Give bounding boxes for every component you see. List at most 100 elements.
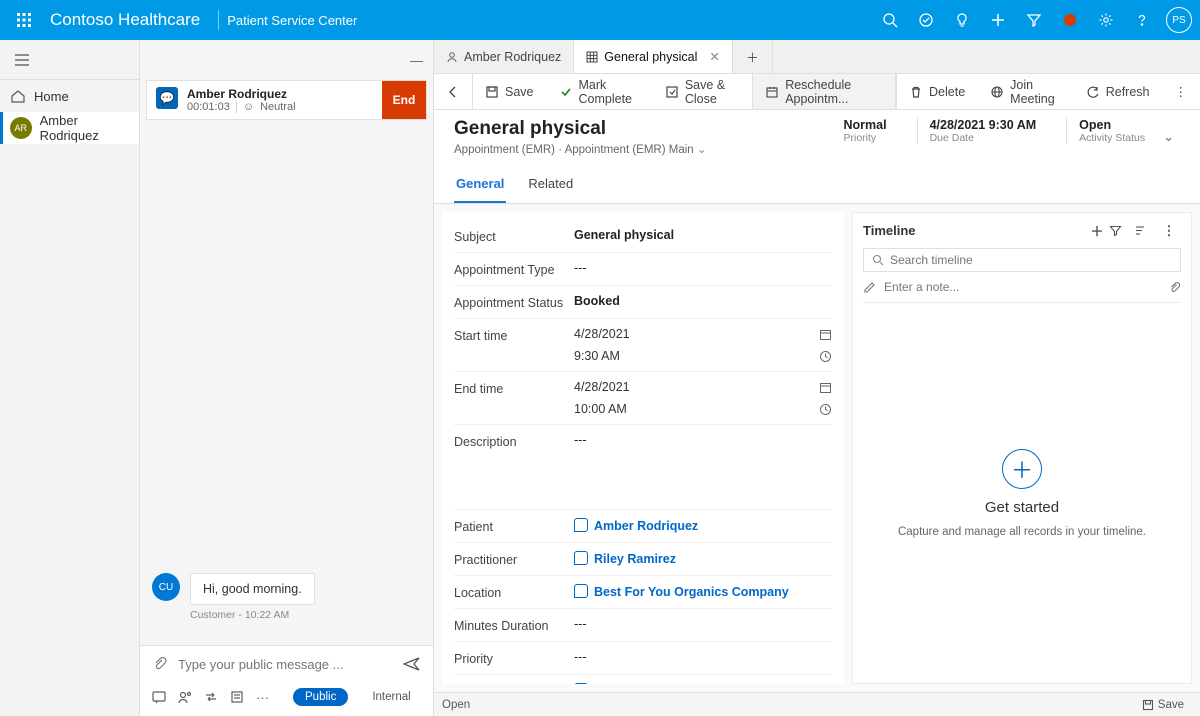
refresh-button[interactable]: Refresh [1074,74,1163,109]
timeline-more-icon[interactable]: ⋮ [1157,223,1181,239]
end-button[interactable]: End [382,81,426,119]
globe-icon [990,85,1004,99]
internal-toggle[interactable]: Internal [360,688,422,706]
overflow-button[interactable]: ⋮ [1163,74,1200,109]
back-button[interactable] [434,74,473,109]
subject-value[interactable]: General physical [574,228,832,244]
priority-value[interactable]: --- [574,650,832,666]
record-icon[interactable] [1052,0,1088,40]
subtab-related[interactable]: Related [526,170,575,203]
conversation-sentiment: Neutral [260,101,295,113]
patient-value[interactable]: Amber Rodriquez [594,519,698,533]
status-bar: Open Save [434,692,1200,716]
reschedule-button[interactable]: Reschedule Appointm... [752,74,896,109]
channel-icon: 💬 [156,87,178,109]
expand-header-icon[interactable]: ⌄ [1157,123,1180,151]
timeline-search-input[interactable] [890,253,1172,267]
timeline-filter-icon[interactable] [1109,224,1133,237]
appointment-type-label: Appointment Type [454,261,574,277]
refresh-icon [1086,85,1100,99]
attach-icon[interactable] [1168,281,1181,294]
public-toggle[interactable]: Public [293,688,348,706]
chat-input[interactable] [178,657,393,672]
minutes-value[interactable]: --- [574,617,832,633]
send-icon[interactable] [403,656,421,672]
clock-icon[interactable] [819,350,832,363]
hamburger-icon[interactable] [0,40,139,80]
nav-home[interactable]: Home [0,80,139,112]
chevron-down-icon[interactable]: ⌄ [697,144,707,156]
suite-name: Patient Service Center [227,13,357,28]
tab-appointment[interactable]: General physical ✕ [574,40,733,73]
chat-composer: ··· Public Internal [140,645,433,716]
nav-home-label: Home [34,89,69,104]
notes-icon[interactable] [230,690,244,704]
add-icon[interactable] [980,0,1016,40]
timeline-title: Timeline [863,223,916,238]
subtab-general[interactable]: General [454,170,506,203]
add-tab-button[interactable]: ＋ [733,40,773,73]
nav-active-label: Amber Rodriquez [40,113,139,143]
start-time-value[interactable]: 9:30 AM [574,349,620,363]
user-avatar[interactable]: PS [1166,7,1192,33]
conversation-name: Amber Rodriquez [187,87,382,101]
waffle-icon[interactable] [8,4,40,36]
filter-icon[interactable] [1016,0,1052,40]
save-close-button[interactable]: Save & Close [653,74,752,109]
tab-patient[interactable]: Amber Rodriquez [434,40,574,73]
location-value[interactable]: Best For You Organics Company [594,585,789,599]
appointment-type-value[interactable]: --- [574,261,832,277]
timeline-sort-icon[interactable] [1133,224,1157,237]
lightbulb-icon[interactable] [944,0,980,40]
header-status-label: Activity Status [1079,132,1145,144]
close-icon[interactable]: ✕ [709,49,719,64]
tab-appointment-label: General physical [604,50,697,64]
crumb-form[interactable]: Appointment (EMR) Main [565,144,694,156]
record-tabs: Amber Rodriquez General physical ✕ ＋ [434,40,1200,74]
join-meeting-button[interactable]: Join Meeting [978,74,1074,109]
record-header: General physical Appointment (EMR) · App… [434,110,1200,204]
priority-label: Priority [454,650,574,666]
home-icon [10,88,26,104]
statusbar-save-button[interactable]: Save [1134,699,1192,711]
chat-message: Hi, good morning. [190,573,315,605]
description-value[interactable]: --- [574,433,832,449]
search-icon[interactable] [872,0,908,40]
brand-divider [218,10,219,30]
calendar-icon[interactable] [819,381,832,394]
transfer-icon[interactable] [204,690,218,704]
save-button[interactable]: Save [473,74,547,109]
grid-icon [586,51,598,63]
gear-icon[interactable] [1088,0,1124,40]
calendar-icon[interactable] [819,328,832,341]
app-brand: Contoso Healthcare [40,10,210,30]
delete-button[interactable]: Delete [897,74,978,109]
tab-patient-label: Amber Rodriquez [464,50,561,64]
more-icon[interactable]: ··· [256,690,269,705]
attach-icon[interactable] [152,656,168,672]
nav-active-session[interactable]: AR Amber Rodriquez [0,112,139,144]
timeline-search[interactable] [863,248,1181,272]
timeline-add-icon[interactable]: ＋ [1085,221,1109,240]
practitioner-value[interactable]: Riley Ramirez [594,552,676,566]
task-icon[interactable] [908,0,944,40]
mark-complete-button[interactable]: Mark Complete [547,74,653,109]
sentiment-icon: ☺ [243,101,254,113]
practitioner-label: Practitioner [454,551,574,567]
header-priority-value: Normal [844,118,887,132]
appointment-status-value[interactable]: Booked [574,294,832,310]
conversation-timer: 00:01:03 [187,101,230,113]
end-time-value[interactable]: 10:00 AM [574,402,627,416]
minimize-icon[interactable]: — [140,40,433,80]
clock-icon[interactable] [819,403,832,416]
quick-reply-icon[interactable] [152,690,166,704]
page-title: General physical [454,118,707,140]
consult-icon[interactable] [178,690,192,704]
status-open: Open [442,699,470,711]
timeline-note-input[interactable]: Enter a note... [884,280,959,294]
appointment-status-label: Appointment Status [454,294,574,310]
start-date-value[interactable]: 4/28/2021 [574,327,630,341]
help-icon[interactable] [1124,0,1160,40]
end-date-value[interactable]: 4/28/2021 [574,380,630,394]
timeline-getstarted-button[interactable]: ＋ [1002,449,1042,489]
